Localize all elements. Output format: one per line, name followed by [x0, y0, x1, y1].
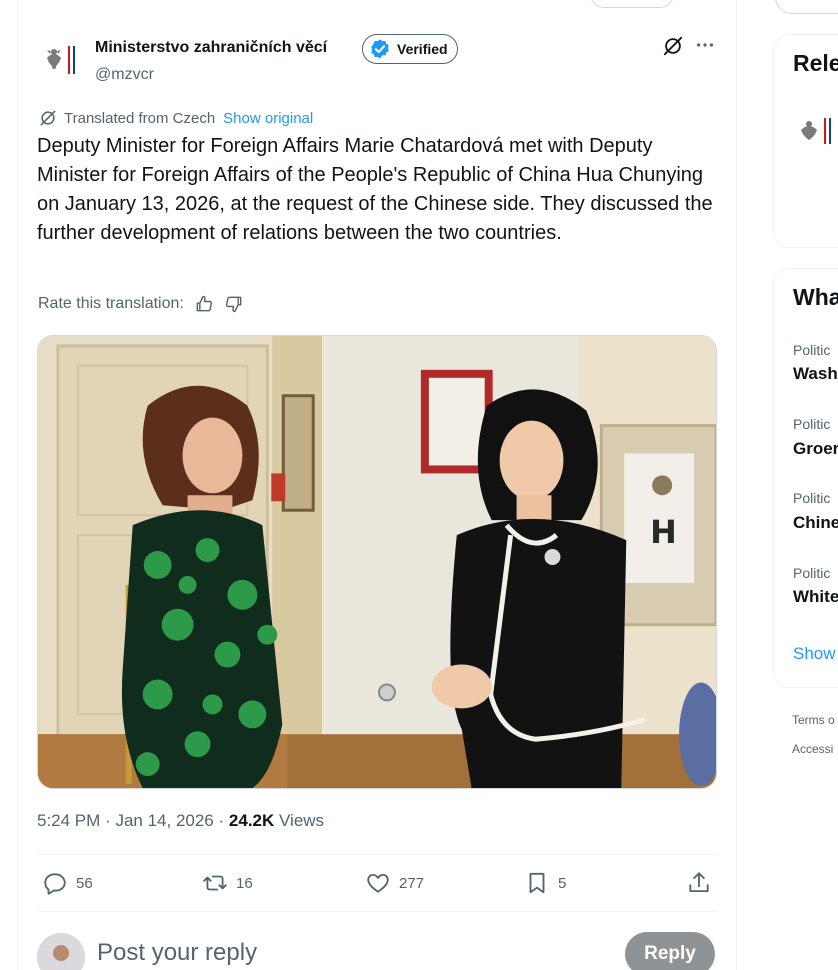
meta-separator: · — [218, 811, 225, 830]
svg-text:H: H — [650, 513, 677, 551]
like-count: 277 — [399, 874, 425, 892]
trend-item[interactable]: Groer — [793, 439, 838, 459]
views-label: Views — [279, 811, 325, 830]
translation-notice: Translated from Czech Show original — [38, 108, 313, 128]
thumbs-down-icon[interactable] — [224, 294, 244, 314]
views-count: 24.2K — [228, 811, 275, 830]
heart-icon — [367, 873, 389, 893]
translated-from-label: Translated from Czech — [64, 109, 216, 127]
more-dots-icon[interactable] — [694, 34, 716, 56]
share-icon — [689, 872, 709, 893]
relevant-account-avatar[interactable] — [799, 116, 838, 146]
relevant-people-title: Rele — [793, 50, 838, 76]
reply-button[interactable]: Reply — [625, 932, 715, 970]
repost-count: 16 — [236, 874, 253, 892]
footer-terms-link[interactable]: Terms o — [792, 713, 835, 727]
show-more-link[interactable]: Show — [793, 644, 836, 664]
author-handle[interactable]: @mzvcr — [95, 66, 154, 84]
divider — [37, 854, 717, 855]
verified-badge[interactable]: Verified — [362, 34, 458, 64]
reply-bubble-icon — [44, 873, 66, 895]
repost-action[interactable]: 16 — [202, 870, 253, 896]
bookmark-count: 5 — [558, 874, 567, 892]
whats-happening-title: Wha — [793, 284, 838, 310]
tweet-photo[interactable]: H — [37, 335, 717, 789]
translate-icon — [40, 110, 56, 126]
meeting-photo-image: H — [38, 336, 716, 788]
reply-input[interactable]: Post your reply — [97, 939, 257, 967]
trend-item[interactable]: White — [793, 587, 838, 607]
trend-category: Politic — [793, 490, 831, 506]
share-action[interactable] — [686, 870, 712, 896]
rate-translation-row: Rate this translation: — [38, 294, 244, 314]
trend-item[interactable]: Chine — [793, 513, 838, 533]
divider — [37, 911, 717, 912]
repost-icon — [203, 875, 227, 891]
tweet-time[interactable]: 5:24 PM — [37, 811, 100, 830]
show-original-link[interactable]: Show original — [223, 110, 313, 127]
bookmark-icon — [529, 872, 545, 894]
bookmark-action[interactable]: 5 — [524, 870, 566, 896]
tweet-text: Deputy Minister for Foreign Affairs Mari… — [37, 135, 713, 244]
ministry-logo-icon — [801, 118, 831, 144]
trend-category: Politic — [793, 342, 831, 358]
tweet-date[interactable]: Jan 14, 2026 — [115, 811, 213, 830]
like-action[interactable]: 277 — [365, 870, 424, 896]
meta-separator: · — [105, 811, 111, 830]
trend-category: Politic — [793, 416, 831, 432]
whats-happening-card — [773, 268, 838, 688]
verified-badge-icon — [371, 39, 389, 59]
top-button-stub[interactable] — [590, 0, 674, 8]
ministry-logo-icon — [47, 46, 75, 74]
trend-category: Politic — [793, 565, 831, 581]
footer-accessibility-link[interactable]: Accessi — [792, 742, 833, 756]
rate-translation-label: Rate this translation: — [38, 295, 184, 312]
reply-action[interactable]: 56 — [42, 870, 93, 896]
author-avatar[interactable] — [41, 40, 81, 80]
grok-icon[interactable] — [662, 35, 684, 57]
trend-item[interactable]: Wash — [793, 364, 838, 384]
reply-count: 56 — [76, 874, 93, 892]
author-name[interactable]: Ministerstvo zahraničních věcí — [95, 39, 327, 57]
verified-label: Verified — [397, 41, 448, 57]
sidebar-search-stub[interactable] — [775, 0, 838, 14]
thumbs-up-icon[interactable] — [194, 294, 214, 314]
tweet-meta: 5:24 PM · Jan 14, 2026 · 24.2K Views — [37, 811, 324, 831]
